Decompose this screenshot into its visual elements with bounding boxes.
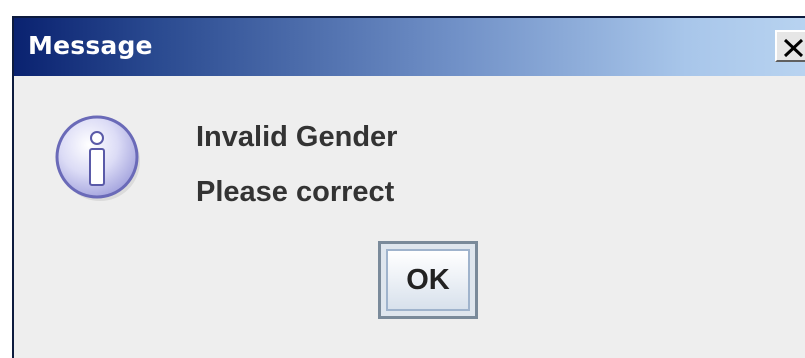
- close-icon: [783, 38, 804, 58]
- close-button[interactable]: [775, 30, 805, 62]
- info-icon: [55, 115, 140, 201]
- ok-button[interactable]: OK: [378, 241, 478, 319]
- dialog-titlebar[interactable]: Message: [14, 18, 805, 76]
- dialog-title: Message: [28, 31, 153, 60]
- message-line-1: Invalid Gender: [196, 121, 398, 153]
- message-line-2: Please correct: [196, 176, 395, 208]
- message-dialog: Message Invalid Gender Please correct OK: [12, 16, 805, 358]
- ok-button-face[interactable]: OK: [386, 249, 470, 311]
- ok-button-label: OK: [406, 263, 450, 296]
